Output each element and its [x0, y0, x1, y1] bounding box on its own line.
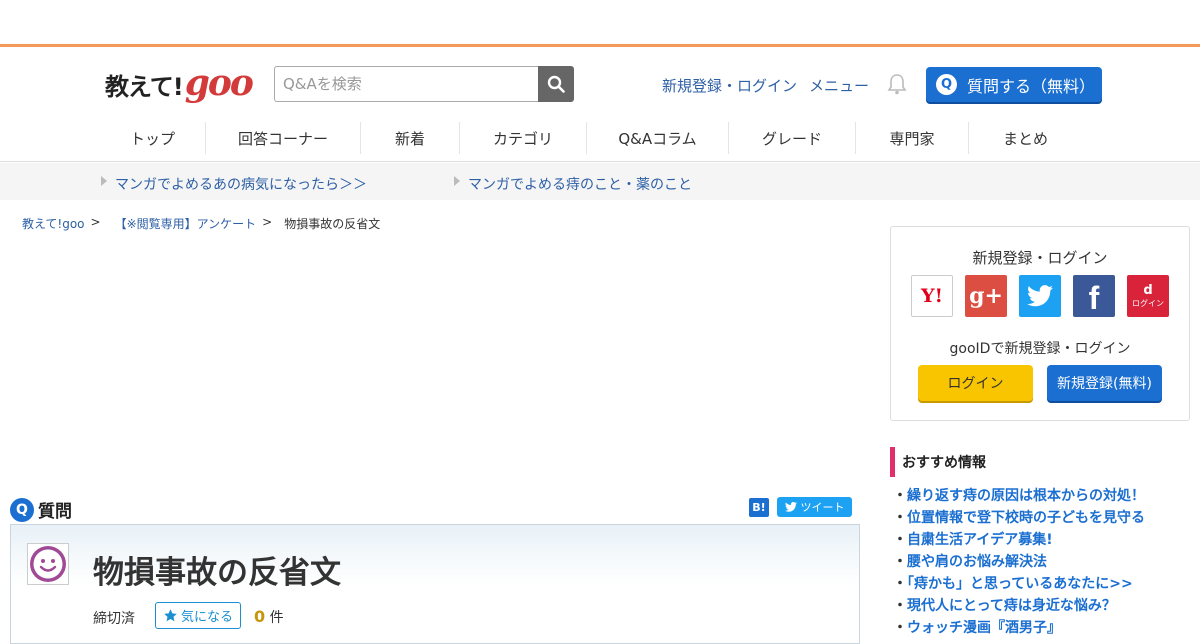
- main-nav: トップ 回答コーナー 新着 カテゴリ Q&Aコラム グレード 専門家 まとめ: [100, 122, 1082, 154]
- yahoo-login-button[interactable]: Y!: [911, 275, 953, 317]
- bell-icon[interactable]: [886, 73, 908, 99]
- register-button[interactable]: 新規登録(無料): [1047, 365, 1162, 401]
- recommend-item[interactable]: 現代人にとって痔は身近な悩み？: [893, 595, 1193, 617]
- recommend-item[interactable]: 腰や肩のお悩み解決法: [893, 551, 1193, 573]
- question-header: Q 質問: [10, 497, 72, 522]
- yahoo-icon: Y!: [921, 285, 943, 307]
- nav-new[interactable]: 新着: [361, 122, 460, 154]
- facebook-icon: f: [1088, 280, 1100, 316]
- watch-label: 気になる: [180, 610, 233, 625]
- recommend-item[interactable]: ウォッチ漫画『酒男子』: [893, 617, 1193, 639]
- promo-subbar: マンガでよめるあの病気になったら＞＞ マンガでよめる痔のこと・薬のこと: [0, 163, 1200, 200]
- recommend-title: おすすめ情報: [890, 447, 986, 477]
- google-plus-login-button[interactable]: g+: [965, 275, 1007, 317]
- login-link[interactable]: 新規登録・ログイン: [662, 75, 797, 96]
- avatar[interactable]: [27, 543, 69, 585]
- site-logo[interactable]: 教えて! goo: [105, 62, 254, 104]
- facebook-login-button[interactable]: f: [1073, 275, 1115, 317]
- status-badge: 締切済: [93, 611, 135, 627]
- twitter-login-button[interactable]: [1019, 275, 1061, 317]
- logo-goo: goo: [184, 62, 254, 104]
- nav-expert[interactable]: 専門家: [856, 122, 969, 154]
- recommend-item[interactable]: 繰り返す痔の原因は根本からの対処！: [893, 485, 1193, 507]
- login-panel: 新規登録・ログイン Y! g+ f d ログイン gooIDで新規登録・ログイン…: [890, 226, 1190, 421]
- breadcrumb-current: 物損事故の反省文: [284, 217, 381, 231]
- arrow-icon: [101, 176, 107, 186]
- sns-login-buttons: Y! g+ f d ログイン: [911, 275, 1169, 317]
- question-title: 物損事故の反省文: [93, 555, 341, 591]
- promo-link-manga-ji[interactable]: マンガでよめる痔のこと・薬のこと: [468, 174, 692, 194]
- recommend-list: 繰り返す痔の原因は根本からの対処！ 位置情報で登下校時の子どもを見守る 自粛生活…: [893, 485, 1193, 639]
- search-input[interactable]: [274, 66, 538, 102]
- q-icon: Q: [936, 74, 957, 95]
- promo-link-manga-illness[interactable]: マンガでよめるあの病気になったら＞＞: [115, 174, 367, 194]
- logo-text: 教えて!: [105, 73, 184, 101]
- tweet-label: ツイート: [800, 501, 845, 514]
- nav-answer-corner[interactable]: 回答コーナー: [206, 122, 361, 154]
- login-button[interactable]: ログイン: [918, 365, 1033, 401]
- watch-count: 0 件: [254, 607, 284, 627]
- ask-question-button[interactable]: Q 質問する（無料）: [926, 67, 1102, 102]
- nav-category[interactable]: カテゴリ: [460, 122, 587, 154]
- top-ad-bar: [0, 0, 1200, 47]
- menu-link[interactable]: メニュー: [809, 75, 869, 96]
- arrow-icon: [454, 176, 460, 186]
- nav-top[interactable]: トップ: [100, 122, 206, 154]
- docomo-login-label: ログイン: [1132, 299, 1164, 308]
- gooid-text: gooIDで新規登録・ログイン: [949, 341, 1131, 357]
- twitter-icon: [1027, 285, 1053, 307]
- recommend-item[interactable]: 「痔かも」と思っているあなたに>>: [893, 573, 1193, 595]
- watch-count-number: 0: [254, 607, 266, 626]
- search-icon: [547, 75, 565, 93]
- smiley-avatar-icon: [30, 546, 66, 582]
- docomo-login-button[interactable]: d ログイン: [1127, 275, 1169, 317]
- breadcrumb-separator: >: [262, 215, 273, 229]
- tweet-button[interactable]: ツイート: [777, 497, 852, 517]
- breadcrumb: 教えて!goo > 【※閲覧専用】アンケート > 物損事故の反省文: [22, 215, 380, 232]
- nav-matome[interactable]: まとめ: [969, 122, 1082, 154]
- recommend-item[interactable]: 自粛生活アイデア募集!: [893, 529, 1193, 551]
- watch-count-unit: 件: [269, 610, 284, 626]
- search-button[interactable]: [538, 66, 574, 102]
- breadcrumb-home[interactable]: 教えて!goo: [22, 215, 85, 232]
- question-box: 物損事故の反省文 締切済 気になる 0 件: [10, 524, 860, 644]
- q-icon: Q: [10, 497, 34, 522]
- breadcrumb-category[interactable]: 【※閲覧専用】アンケート: [115, 215, 257, 232]
- star-icon: [164, 609, 177, 622]
- nav-grade[interactable]: グレード: [729, 122, 856, 154]
- watch-button[interactable]: 気になる: [155, 602, 241, 629]
- search-box: [274, 66, 574, 102]
- google-plus-icon: g+: [969, 283, 1003, 309]
- ask-question-label: 質問する（無料）: [967, 76, 1096, 96]
- breadcrumb-separator: >: [90, 215, 101, 229]
- twitter-icon: [784, 502, 797, 512]
- login-panel-title: 新規登録・ログイン: [972, 249, 1108, 267]
- recommend-item[interactable]: 位置情報で登下校時の子どもを見守る: [893, 507, 1193, 529]
- hatena-bookmark-button[interactable]: B!: [749, 498, 769, 517]
- nav-qa-column[interactable]: Q&Aコラム: [587, 122, 729, 154]
- docomo-icon: d: [1143, 283, 1153, 298]
- question-section-title: 質問: [38, 502, 72, 522]
